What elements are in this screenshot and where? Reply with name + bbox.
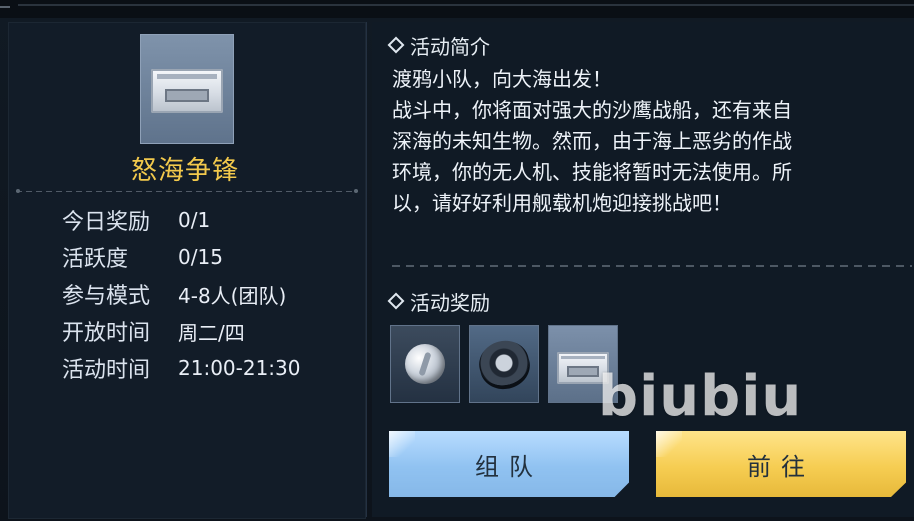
section-divider xyxy=(392,265,912,267)
team-button-label: 组队 xyxy=(475,452,543,481)
info-value: 21:00-21:30 xyxy=(178,356,301,380)
info-label: 参与模式 xyxy=(62,284,151,309)
go-button[interactable]: 前往 xyxy=(656,431,906,497)
coin-icon xyxy=(405,344,445,384)
top-dash xyxy=(0,6,10,8)
team-button[interactable]: 组队 xyxy=(389,431,629,497)
info-row-time: 活动时间 21:00-21:30 xyxy=(62,353,301,383)
supply-crate-icon xyxy=(140,34,234,144)
rewards-heading-text: 活动奖励 xyxy=(410,290,490,315)
intro-line: 深海的未知生物。然而，由于海上恶劣的作战 xyxy=(392,129,792,153)
gear-disc-icon xyxy=(474,335,534,391)
intro-heading: 活动简介 xyxy=(387,30,490,60)
info-divider xyxy=(16,189,358,193)
top-line xyxy=(18,4,914,6)
info-label: 开放时间 xyxy=(62,321,151,346)
info-label: 今日奖励 xyxy=(62,210,151,235)
intro-line: 以，请好好利用舰载机炮迎接挑战吧！ xyxy=(392,191,732,215)
diamond-icon xyxy=(387,292,405,310)
divider-dot-left xyxy=(16,189,20,193)
reward-item-coin[interactable] xyxy=(390,325,460,403)
crate-shape xyxy=(151,69,223,113)
panel-divider xyxy=(366,22,367,517)
info-value: 4-8人(团队) xyxy=(178,283,287,308)
rewards-heading: 活动奖励 xyxy=(387,286,490,316)
info-label: 活动时间 xyxy=(62,358,151,383)
intro-line: 环境，你的无人机、技能将暂时无法使用。所 xyxy=(392,160,792,184)
info-row-daily-reward: 今日奖励 0/1 xyxy=(62,205,210,235)
event-window: 怒海争锋 今日奖励 0/1 活跃度 0/15 参与模式 4-8人(团队) 开放时… xyxy=(0,0,914,521)
button-highlight xyxy=(389,431,415,457)
info-value: 周二/四 xyxy=(178,320,245,345)
event-title: 怒海争锋 xyxy=(130,156,239,186)
info-label: 活跃度 xyxy=(62,247,129,272)
info-value: 0/1 xyxy=(178,208,211,232)
info-value: 0/15 xyxy=(178,245,223,269)
supply-crate-icon xyxy=(557,352,609,384)
info-row-open-days: 开放时间 周二/四 xyxy=(62,316,245,347)
reward-item-disc[interactable] xyxy=(469,325,539,403)
intro-line: 战斗中，你将面对强大的沙鹰战船，还有来自 xyxy=(392,98,792,122)
intro-line: 渡鸦小队，向大海出发！ xyxy=(392,67,612,91)
intro-text: 渡鸦小队，向大海出发！ 战斗中，你将面对强大的沙鹰战船，还有来自 深海的未知生物… xyxy=(392,64,912,219)
info-row-activity: 活跃度 0/15 xyxy=(62,242,223,272)
diamond-icon xyxy=(387,36,405,54)
top-bar xyxy=(0,0,914,18)
button-highlight xyxy=(656,431,682,457)
intro-heading-text: 活动简介 xyxy=(410,34,490,59)
divider-dot-right xyxy=(354,189,358,193)
reward-item-crate[interactable] xyxy=(548,325,618,403)
go-button-label: 前往 xyxy=(747,452,815,481)
info-row-mode: 参与模式 4-8人(团队) xyxy=(62,279,287,310)
